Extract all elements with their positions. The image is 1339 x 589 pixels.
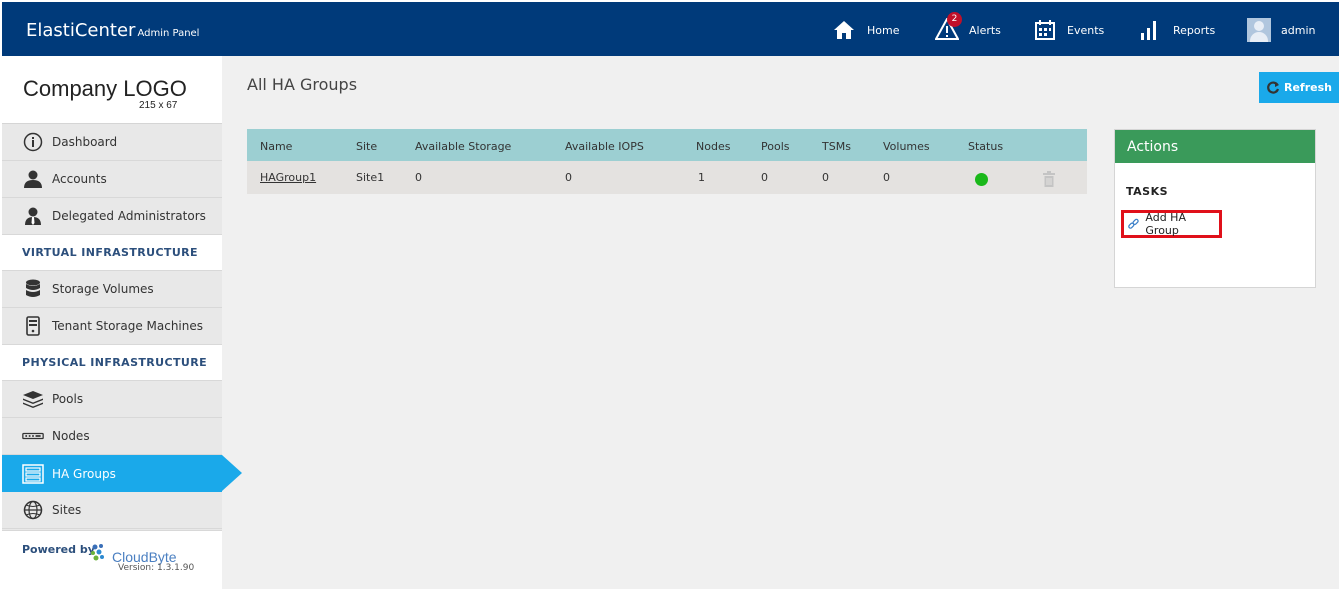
hagroup-name-link[interactable]: HAGroup1 [260, 161, 316, 194]
sidebar-item-sites[interactable]: Sites [2, 492, 222, 529]
app-subtitle: Admin Panel [137, 28, 200, 39]
column-header-tsms[interactable]: TSMs [822, 129, 851, 161]
sidebar-item-label: HA Groups [52, 466, 116, 481]
sidebar-item-label: Nodes [52, 429, 90, 443]
sidebar-section-physical: PHYSICAL INFRASTRUCTURE [2, 345, 222, 381]
cell-available-iops: 0 [565, 171, 572, 184]
cell-tsms: 0 [822, 171, 829, 184]
actions-panel: Actions TASKS Add HA Group [1114, 129, 1316, 288]
globe-icon [22, 500, 44, 520]
sidebar-item-label: Dashboard [52, 135, 118, 149]
table-row[interactable]: HAGroup1 Site1 0 0 1 0 0 0 [247, 161, 1087, 194]
top-navbar: ElastiCenter Admin Panel Home 2 Alerts Ev… [0, 0, 1339, 56]
column-header-available-iops[interactable]: Available IOPS [565, 129, 644, 161]
refresh-icon [1267, 80, 1280, 94]
cell-nodes: 1 [698, 171, 705, 184]
sidebar-item-dashboard[interactable]: Dashboard [2, 124, 222, 161]
trash-icon [1043, 171, 1055, 187]
sidebar-item-nodes[interactable]: Nodes [2, 418, 222, 455]
cell-volumes: 0 [883, 171, 890, 184]
powered-by-footer: Powered by CloudByte Version: 1.3.1.90 [2, 530, 222, 589]
status-online-dot [975, 173, 988, 186]
sidebar-item-delegated-administrators[interactable]: Delegated Administrators [2, 198, 222, 235]
layers-icon [22, 389, 44, 409]
cell-site: Site1 [356, 171, 385, 184]
sidebar-item-pools[interactable]: Pools [2, 381, 222, 418]
nav-reports-label: Reports [1173, 23, 1216, 37]
sidebar: Company LOGO 215 x 67 Dashboard Accounts… [0, 56, 242, 589]
column-header-site[interactable]: Site [356, 129, 377, 161]
company-logo: Company LOGO 215 x 67 [2, 56, 222, 124]
nav-alerts[interactable]: 2 Alerts [934, 11, 1001, 46]
sidebar-item-label: Sites [52, 503, 82, 517]
add-ha-group-button[interactable]: Add HA Group [1121, 210, 1222, 238]
nav-home-label: Home [867, 23, 900, 37]
sidebar-section-virtual: VIRTUAL INFRASTRUCTURE [2, 235, 222, 271]
status-indicator [975, 161, 988, 194]
tasks-label: TASKS [1126, 185, 1169, 198]
cell-pools: 0 [761, 171, 768, 184]
admin-user-icon [22, 206, 44, 226]
logo-size: 215 x 67 [139, 100, 178, 111]
alerts-icon-wrap: 2 [934, 11, 969, 43]
app-name: ElastiCenter [26, 20, 136, 41]
calendar-icon [1035, 20, 1055, 40]
nav-home[interactable]: Home [833, 14, 899, 46]
nav-events[interactable]: Events [1035, 14, 1104, 46]
delete-button[interactable] [1042, 161, 1056, 194]
nav-events-label: Events [1067, 23, 1105, 37]
powered-by-label: Powered by [22, 543, 95, 556]
sidebar-item-ha-groups[interactable]: HA Groups [2, 455, 242, 492]
actions-header: Actions [1115, 130, 1315, 163]
sidebar-item-storage-volumes[interactable]: Storage Volumes [2, 271, 222, 308]
database-icon [22, 279, 44, 299]
link-icon [1128, 218, 1139, 229]
home-icon [834, 21, 854, 39]
cell-available-storage: 0 [415, 171, 422, 184]
server-icon [22, 316, 44, 336]
nav-alerts-label: Alerts [969, 23, 1001, 37]
column-header-status[interactable]: Status [968, 129, 1003, 161]
sidebar-item-label: Accounts [52, 172, 107, 186]
avatar [1247, 18, 1271, 42]
node-icon [22, 426, 44, 446]
version-text: Version: 1.3.1.90 [118, 563, 195, 573]
logo-title: Company LOGO [23, 76, 187, 101]
refresh-button[interactable]: Refresh [1259, 72, 1339, 103]
page-title: All HA Groups [247, 75, 358, 94]
ha-groups-table: Name Site Available Storage Available IO… [247, 129, 1087, 194]
refresh-label: Refresh [1284, 81, 1332, 94]
table-header: Name Site Available Storage Available IO… [247, 129, 1087, 161]
sidebar-item-accounts[interactable]: Accounts [2, 161, 222, 198]
sidebar-item-label: Delegated Administrators [52, 209, 206, 223]
rack-icon [22, 463, 44, 484]
bar-chart-icon [1141, 21, 1156, 40]
user-icon [22, 169, 44, 189]
column-header-available-storage[interactable]: Available Storage [415, 129, 511, 161]
cloudbyte-logo-icon [91, 544, 104, 561]
info-icon [22, 132, 44, 152]
column-header-name[interactable]: Name [260, 129, 292, 161]
app-brand[interactable]: ElastiCenter Admin Panel [26, 20, 199, 41]
nav-user-label: admin [1281, 23, 1316, 37]
add-ha-group-label: Add HA Group [1145, 211, 1186, 237]
sidebar-item-label: Pools [52, 392, 84, 406]
column-header-nodes[interactable]: Nodes [696, 129, 730, 161]
sidebar-item-tenant-storage-machines[interactable]: Tenant Storage Machines [2, 308, 222, 345]
column-header-volumes[interactable]: Volumes [883, 129, 930, 161]
nav-user-menu[interactable]: admin [1247, 14, 1315, 46]
sidebar-item-label: Tenant Storage Machines [52, 319, 204, 333]
alerts-count-badge: 2 [947, 11, 962, 27]
column-header-pools[interactable]: Pools [761, 129, 790, 161]
nav-reports[interactable]: Reports [1139, 14, 1215, 46]
sidebar-item-label: Storage Volumes [52, 282, 154, 296]
